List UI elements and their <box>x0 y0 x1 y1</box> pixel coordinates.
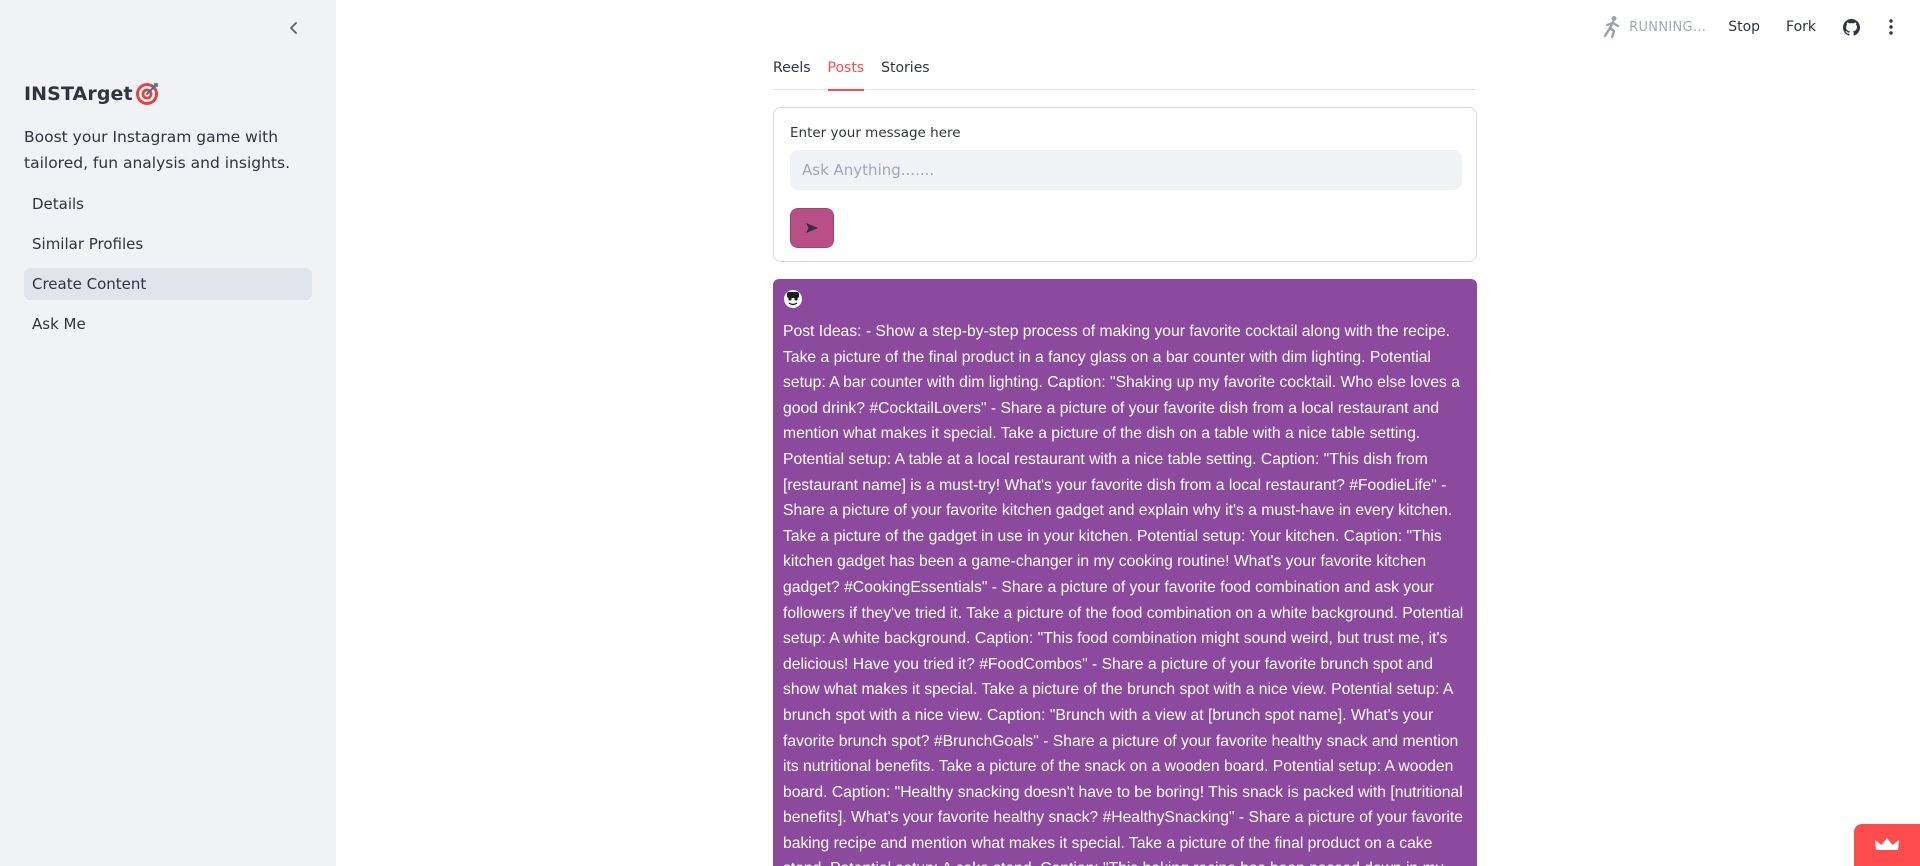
sidebar-item-details[interactable]: Details <box>24 188 312 220</box>
sidebar-item-create-content[interactable]: Create Content <box>24 268 312 300</box>
bot-avatar-icon <box>784 290 802 308</box>
message-label: Enter your message here <box>790 125 961 141</box>
message-input[interactable] <box>790 150 1462 190</box>
sidebar-nav: Details Similar Profiles Create Content … <box>24 188 312 348</box>
sidebar-item-ask-me[interactable]: Ask Me <box>24 308 312 340</box>
tab-stories[interactable]: Stories <box>881 56 930 90</box>
tab-reels[interactable]: Reels <box>773 56 811 90</box>
send-button[interactable] <box>790 208 834 248</box>
app-title: INSTArget <box>24 82 159 106</box>
app-toolbar: RUNNING... Stop Fork <box>1601 14 1900 40</box>
chevron-left-icon <box>290 22 297 34</box>
response-text: Post Ideas: - Show a step-by-step proces… <box>783 323 1464 866</box>
collapse-sidebar-button[interactable] <box>284 16 304 40</box>
message-form: Enter your message here <box>773 107 1477 262</box>
crown-icon <box>1875 838 1899 850</box>
github-link[interactable] <box>1842 18 1860 36</box>
app-title-text: INSTArget <box>24 83 133 105</box>
main-menu-button[interactable] <box>1882 18 1900 36</box>
running-status-text: RUNNING... <box>1629 19 1707 35</box>
fork-button[interactable]: Fork <box>1786 19 1816 35</box>
content-tabs: Reels Posts Stories <box>773 56 1477 91</box>
streamlit-badge[interactable] <box>1854 824 1920 866</box>
direct-hit-icon <box>135 83 158 105</box>
running-man-icon <box>1603 16 1620 39</box>
github-icon <box>1842 18 1860 36</box>
app-description: Boost your Instagram game with tailored,… <box>24 128 290 172</box>
tab-posts[interactable]: Posts <box>827 56 864 91</box>
stop-button[interactable]: Stop <box>1728 19 1760 35</box>
sidebar: INSTArget Boost your Instagram game with… <box>0 0 336 866</box>
kebab-menu-icon <box>1889 19 1893 35</box>
running-status: RUNNING... <box>1601 15 1706 39</box>
play-arrow-icon <box>806 223 818 233</box>
sidebar-item-similar-profiles[interactable]: Similar Profiles <box>24 228 312 260</box>
response-card: Post Ideas: - Show a step-by-step proces… <box>773 279 1477 866</box>
